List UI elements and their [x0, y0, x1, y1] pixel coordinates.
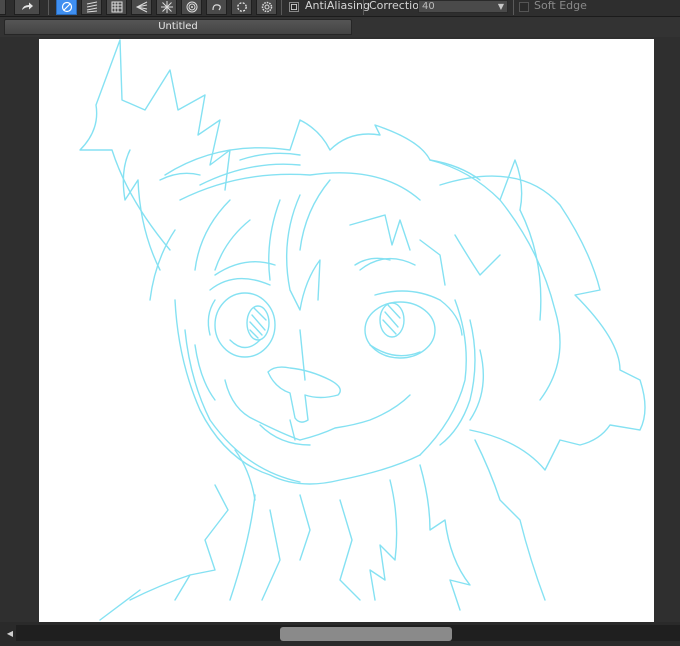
parallel-lines-button[interactable]	[81, 0, 102, 15]
document-tab-bar: Untitled	[0, 17, 680, 37]
ruler-off-button[interactable]	[56, 0, 77, 15]
grid-icon	[111, 1, 122, 13]
toolbar-separator	[48, 0, 49, 15]
drawing-canvas[interactable]	[39, 39, 654, 622]
soft-edge-checkbox[interactable]	[519, 2, 529, 12]
concentric-button[interactable]	[181, 0, 202, 15]
curve-icon	[211, 4, 221, 11]
sketch-drawing	[79, 39, 646, 621]
chevron-down-icon: ▼	[497, 2, 504, 11]
correction-select[interactable]: 40 ▼	[418, 0, 508, 13]
perspective-button[interactable]	[131, 0, 152, 15]
curve-button[interactable]	[206, 0, 227, 15]
ellipse-button[interactable]	[231, 0, 252, 15]
canvas-viewport[interactable]	[0, 37, 680, 622]
scroll-left-icon[interactable]: ◀	[4, 627, 16, 640]
toolbar-separator	[281, 0, 282, 15]
ellipse-icon	[236, 2, 247, 12]
redo-button[interactable]	[14, 0, 40, 15]
tool-options-bar: AntiAliasing Correction 40 ▼ Soft Edge	[0, 0, 680, 17]
settings-icon	[261, 1, 272, 13]
pen-icon	[61, 1, 72, 13]
antialiasing-label: AntiAliasing	[305, 0, 370, 12]
antialiasing-checkbox[interactable]	[289, 2, 299, 12]
toolbar-edge-button[interactable]	[0, 0, 6, 15]
hatch-icon	[86, 1, 97, 13]
soft-edge-label: Soft Edge	[534, 0, 587, 12]
concentric-icon	[186, 1, 197, 13]
toolbar-separator	[363, 0, 364, 15]
grid-button[interactable]	[106, 0, 127, 15]
toolbar-separator	[513, 0, 514, 15]
correction-value: 40	[422, 1, 435, 12]
scroll-thumb[interactable]	[280, 627, 452, 641]
radial-icon	[160, 1, 173, 13]
scroll-track[interactable]	[16, 625, 680, 641]
document-tab[interactable]: Untitled	[4, 19, 352, 35]
redo-icon	[22, 2, 33, 10]
perspective-icon	[135, 1, 147, 13]
radial-lines-button[interactable]	[156, 0, 177, 15]
horizontal-scrollbar[interactable]: ◀	[0, 622, 680, 646]
settings-button[interactable]	[256, 0, 277, 15]
